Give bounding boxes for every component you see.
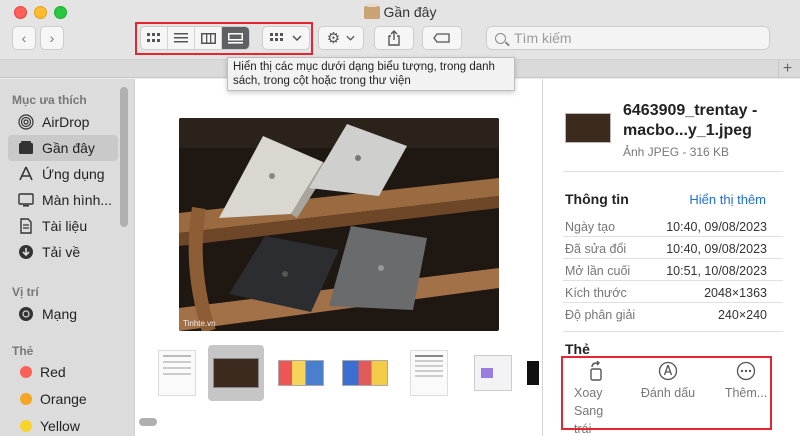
red-tag-dot-icon (20, 366, 32, 378)
back-button[interactable]: ‹ (12, 26, 36, 50)
sidebar-item-downloads[interactable]: Tải về (8, 239, 118, 265)
download-icon (18, 244, 34, 260)
info-row: Độ phân giải 240×240 (565, 308, 767, 322)
file-kind: Ảnh JPEG - 316 KB (623, 145, 730, 159)
divider (563, 171, 783, 172)
share-button[interactable] (374, 26, 414, 50)
sidebar-scrollbar[interactable] (120, 87, 128, 227)
sidebar-item-documents[interactable]: Tài liệu (8, 213, 118, 239)
divider (563, 302, 783, 303)
sidebar-item-label: Tải về (42, 244, 81, 260)
network-icon (18, 306, 34, 322)
info-header: Thông tin (565, 191, 629, 207)
info-row: Ngày tạo 10:40, 09/08/2023 (565, 220, 767, 234)
sidebar-item-label: Tài liệu (42, 218, 88, 234)
recents-folder-icon (363, 3, 380, 19)
sidebar-item-applications[interactable]: Ứng dụng (8, 161, 118, 187)
thumbnail-strip (151, 345, 543, 407)
sidebar: Mục ưa thích AirDrop Gần đây Ứng dụng Mà… (0, 79, 134, 436)
orange-tag-dot-icon (20, 393, 32, 405)
tags-header: Thẻ (565, 341, 590, 357)
sidebar-item-label: Red (40, 364, 66, 380)
new-tab-button[interactable]: + (778, 60, 796, 78)
file-thumbnail (565, 113, 611, 143)
divider (563, 236, 783, 237)
airdrop-icon (18, 114, 34, 130)
sidebar-item-network[interactable]: Mạng (8, 301, 118, 327)
tag-icon (433, 33, 450, 43)
document-icon (18, 218, 34, 234)
thumbnail-item[interactable] (525, 347, 541, 399)
view-mode-tooltip: Hiển thị các mục dưới dạng biểu tượng, t… (227, 57, 515, 91)
search-icon (495, 32, 506, 44)
info-row: Kích thước 2048×1363 (565, 286, 767, 300)
thumbnail-item[interactable] (467, 347, 519, 399)
toolbar: Gần đây ‹ › ⚙ Tìm kiếm (0, 0, 800, 60)
chevron-down-icon (346, 35, 355, 41)
applications-icon (18, 166, 34, 182)
sidebar-item-label: Gần đây (42, 140, 95, 156)
quick-actions-highlight (561, 356, 772, 430)
window-title: Gần đây (0, 3, 800, 20)
sidebar-item-desktop[interactable]: Màn hình... (8, 187, 118, 213)
divider (563, 280, 783, 281)
sidebar-tag-yellow[interactable]: Yellow (8, 413, 118, 436)
sidebar-header-favorites: Mục ưa thích (12, 93, 87, 107)
preview-image[interactable]: Tinhte.vn (179, 118, 499, 331)
view-options-highlight (135, 22, 313, 55)
gallery-scrollbar[interactable] (139, 418, 157, 426)
chevron-right-icon: › (49, 30, 55, 46)
sidebar-item-label: Yellow (40, 418, 80, 434)
sidebar-header-tags: Thẻ (12, 344, 34, 358)
show-more-link[interactable]: Hiển thị thêm (689, 192, 766, 207)
info-row: Đã sửa đổi 10:40, 09/08/2023 (565, 242, 767, 256)
thumbnail-item[interactable] (403, 347, 455, 399)
forward-button[interactable]: › (40, 26, 64, 50)
photo-watermark: Tinhte.vn (183, 319, 216, 328)
desktop-icon (18, 192, 34, 208)
action-menu-button[interactable]: ⚙ (318, 26, 364, 50)
sidebar-header-locations: Vị trí (12, 285, 39, 299)
sidebar-tag-red[interactable]: Red (8, 359, 118, 385)
thumbnail-item[interactable] (275, 347, 327, 399)
thumbnail-item-selected[interactable] (208, 345, 264, 401)
sidebar-item-label: AirDrop (42, 114, 90, 130)
gear-icon: ⚙ (326, 30, 341, 47)
info-row: Mở lần cuối 10:51, 10/08/2023 (565, 264, 767, 278)
gallery-pane: Tinhte.vn (134, 79, 542, 436)
tag-button[interactable] (422, 26, 462, 50)
sidebar-item-airdrop[interactable]: AirDrop (8, 109, 118, 135)
sidebar-item-label: Màn hình... (42, 192, 113, 208)
search-placeholder: Tìm kiếm (514, 30, 572, 46)
sidebar-item-label: Orange (40, 391, 87, 407)
chevron-left-icon: ‹ (21, 30, 27, 46)
divider (563, 331, 783, 332)
sidebar-item-label: Mạng (42, 306, 78, 322)
thumbnail-item[interactable] (339, 347, 391, 399)
sidebar-item-recents[interactable]: Gần đây (8, 135, 118, 161)
sidebar-tag-orange[interactable]: Orange (8, 386, 118, 412)
thumbnail-item[interactable] (151, 347, 203, 399)
clock-icon (18, 140, 34, 156)
divider (563, 258, 783, 259)
share-icon (388, 30, 400, 46)
yellow-tag-dot-icon (20, 420, 32, 432)
file-name: 6463909_trentay -macbo...y_1.jpeg (623, 102, 758, 139)
sidebar-item-label: Ứng dụng (42, 166, 105, 182)
search-input[interactable]: Tìm kiếm (486, 26, 770, 50)
